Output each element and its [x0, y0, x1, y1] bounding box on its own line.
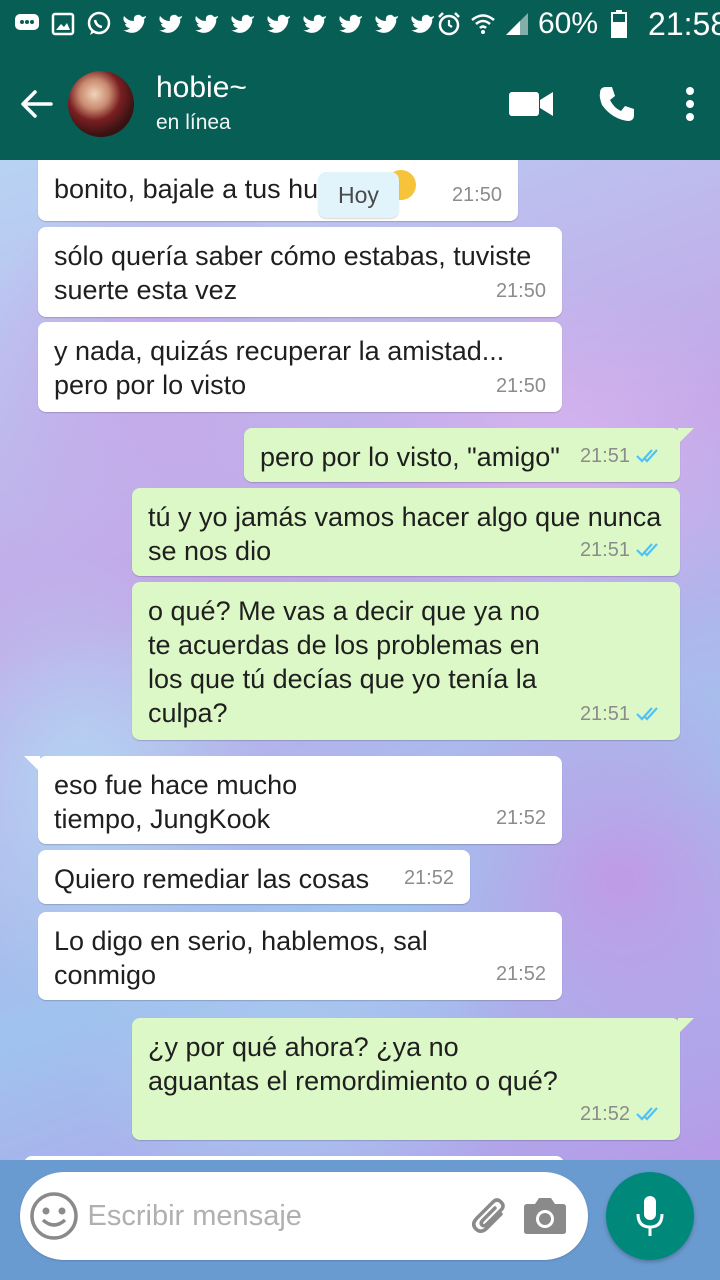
message-outgoing[interactable]: tú y yo jamás vamos hacer algo que nunca…	[132, 488, 680, 576]
twitter-icon	[122, 11, 148, 37]
message-time: 21:50	[495, 375, 546, 397]
whatsapp-icon	[86, 11, 112, 37]
more-vert-icon	[686, 87, 694, 121]
message-incoming-partial[interactable]	[24, 1156, 564, 1160]
message-text: eso fue hace mucho tiempo, JungKook	[54, 770, 298, 834]
twitter-icon	[158, 11, 184, 37]
read-receipt-icon	[636, 448, 664, 464]
message-text: ¿y por qué ahora? ¿ya no aguantas el rem…	[148, 1032, 558, 1096]
message-outgoing[interactable]: o qué? Me vas a decir que ya no te acuer…	[132, 582, 680, 740]
status-clock: 21:58	[648, 5, 720, 42]
message-text: sólo quería saber cómo estabas, tuviste …	[54, 241, 532, 305]
chat-messages[interactable]: bonito, bajale a tus hu 21:50 Hoy sólo q…	[0, 160, 720, 1160]
twitter-icon	[302, 11, 328, 37]
message-text: Quiero remediar las cosas	[54, 864, 370, 894]
video-camera-icon	[509, 92, 553, 116]
back-button[interactable]	[6, 48, 66, 160]
contact-status: en línea	[156, 111, 231, 134]
contact-name: hobie~	[156, 71, 247, 104]
twitter-icon	[230, 11, 256, 37]
message-time: 21:52	[495, 807, 546, 829]
alarm-icon	[436, 11, 462, 37]
message-text: o qué? Me vas a decir que ya no te acuer…	[148, 596, 540, 728]
header-actions	[488, 48, 720, 160]
message-time: 21:51	[579, 703, 630, 725]
compose-bar	[20, 1172, 588, 1260]
video-call-button[interactable]	[488, 48, 574, 160]
wifi-icon	[470, 11, 496, 37]
message-input[interactable]	[87, 1199, 465, 1233]
emoji-button[interactable]	[20, 1172, 88, 1260]
smiley-icon	[30, 1192, 78, 1240]
battery-percentage: 60%	[538, 7, 599, 40]
message-text: pero por lo visto, "amigo"	[260, 442, 560, 472]
microphone-icon	[636, 1196, 664, 1236]
message-incoming[interactable]: eso fue hace mucho tiempo, JungKook 21:5…	[24, 756, 562, 844]
message-text: y nada, quizás recuperar la amistad... p…	[54, 336, 505, 400]
chat-bubble-icon	[14, 11, 40, 37]
message-incoming[interactable]: y nada, quizás recuperar la amistad... p…	[38, 322, 562, 412]
twitter-icon	[374, 11, 400, 37]
message-incoming[interactable]: bonito, bajale a tus hu 21:50	[38, 160, 518, 221]
message-outgoing[interactable]: pero por lo visto, "amigo" 21:51	[244, 428, 694, 482]
message-time: 21:52	[403, 867, 454, 889]
message-incoming[interactable]: Quiero remediar las cosas 21:52	[38, 850, 470, 904]
message-time: 21:52	[495, 963, 546, 985]
read-receipt-icon	[636, 1106, 664, 1122]
system-indicators: 60% 21:58	[436, 6, 720, 43]
read-receipt-icon	[636, 706, 664, 722]
twitter-icon	[338, 11, 364, 37]
message-incoming[interactable]: Lo digo en serio, hablemos, sal conmigo …	[38, 912, 562, 1000]
twitter-icon	[194, 11, 220, 37]
message-text: Lo digo en serio, hablemos, sal conmigo	[54, 926, 428, 990]
message-outgoing[interactable]: ¿y por qué ahora? ¿ya no aguantas el rem…	[132, 1018, 694, 1140]
twitter-icon	[266, 11, 292, 37]
image-icon	[50, 11, 76, 37]
message-time: 21:50	[495, 280, 546, 302]
camera-button[interactable]	[518, 1172, 572, 1260]
message-time: 21:51	[579, 539, 630, 561]
message-time: 21:51	[579, 445, 630, 467]
contact-info[interactable]: hobie~ en línea	[156, 70, 488, 138]
date-chip: Hoy	[318, 172, 399, 218]
twitter-icon	[410, 11, 436, 37]
paperclip-icon	[472, 1198, 506, 1233]
back-arrow-icon	[21, 90, 53, 118]
attach-button[interactable]	[465, 1172, 519, 1260]
notification-icons	[14, 11, 436, 37]
voice-call-button[interactable]	[574, 48, 660, 160]
message-time: 21:52	[579, 1103, 630, 1125]
message-time: 21:50	[451, 184, 502, 206]
contact-avatar[interactable]	[68, 71, 134, 137]
battery-icon	[606, 10, 632, 38]
voice-message-button[interactable]	[606, 1172, 694, 1260]
signal-icon	[504, 11, 530, 37]
message-incoming[interactable]: sólo quería saber cómo estabas, tuviste …	[38, 227, 562, 317]
phone-icon	[599, 87, 634, 121]
message-text: bonito, bajale a tus hu	[54, 174, 319, 204]
more-options-button[interactable]	[660, 48, 720, 160]
status-bar: 60% 21:58	[0, 0, 720, 48]
camera-icon	[524, 1198, 567, 1234]
read-receipt-icon	[636, 542, 664, 558]
chat-header: hobie~ en línea	[0, 48, 720, 160]
